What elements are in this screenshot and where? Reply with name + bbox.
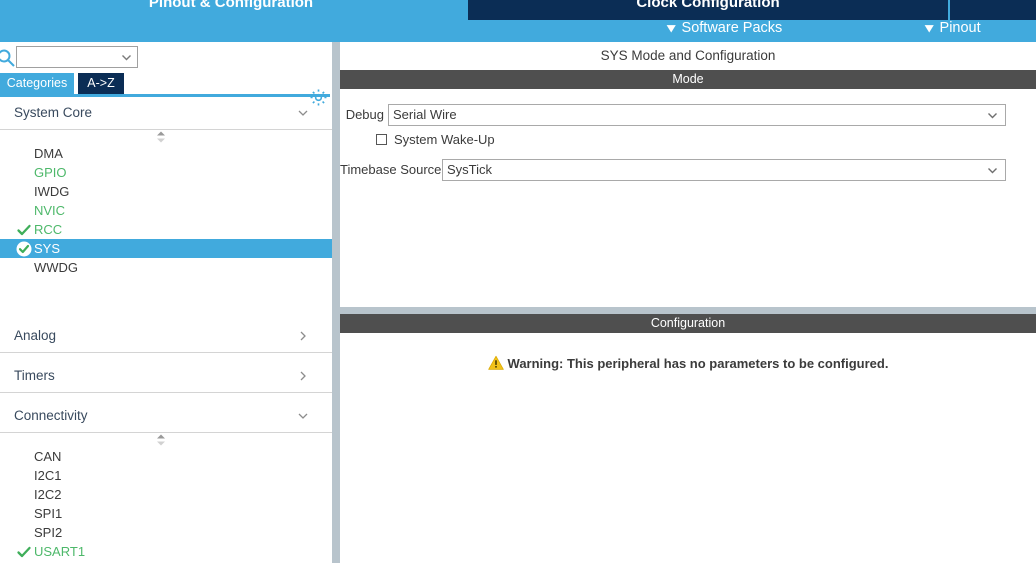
peripheral-label: I2C1	[34, 468, 62, 483]
list-item[interactable]: RCC	[0, 220, 332, 239]
search-combobox[interactable]	[16, 46, 138, 68]
peripheral-label: IWDG	[34, 184, 70, 199]
peripheral-label: NVIC	[34, 203, 66, 218]
peripheral-sidebar: Categories A->Z System Core DMA GPIO IWD…	[0, 42, 332, 563]
warning-text: Warning: This peripheral has no paramete…	[507, 356, 889, 371]
peripheral-label: SYS	[34, 241, 61, 256]
chevron-right-icon[interactable]	[296, 329, 310, 343]
top-header-bar: Pinout & Configuration Clock Configurati…	[0, 0, 1036, 42]
timebase-value: SysTick	[447, 162, 493, 177]
sidebar-view-tabs: Categories A->Z	[0, 73, 332, 97]
peripheral-label: CAN	[34, 449, 62, 464]
list-item-sys[interactable]: SYS	[0, 239, 332, 258]
warning-message: Warning: This peripheral has no paramete…	[340, 355, 1036, 371]
list-item[interactable]: SPI1	[0, 504, 332, 523]
list-scroll-spinner[interactable]	[0, 433, 332, 447]
group-title-system-core: System Core	[14, 105, 93, 120]
panel-splitter[interactable]	[332, 42, 340, 563]
warning-triangle-icon	[487, 355, 504, 371]
section-header-configuration: Configuration	[340, 314, 1036, 333]
tab-categories[interactable]: Categories	[0, 73, 74, 94]
list-item[interactable]: I2C2	[0, 485, 332, 504]
search-icon	[0, 48, 16, 68]
chevron-down-icon[interactable]	[296, 106, 310, 120]
list-item[interactable]: I2C1	[0, 466, 332, 485]
search-input[interactable]	[19, 48, 115, 66]
peripheral-label: SPI2	[34, 525, 63, 540]
check-icon	[16, 222, 32, 238]
header-actions: ▾ Software Packs ▾ Pinout	[0, 14, 1036, 42]
peripheral-tree: System Core DMA GPIO IWDG NVIC RCC SYS W…	[0, 97, 332, 563]
system-wakeup-label: System Wake-Up	[394, 132, 495, 147]
peripheral-list-connectivity: CAN I2C1 I2C2 SPI1 SPI2 USART1	[0, 447, 332, 561]
group-header-connectivity[interactable]: Connectivity	[0, 400, 332, 433]
timebase-select[interactable]: SysTick	[442, 159, 1006, 181]
system-wakeup-checkbox[interactable]	[376, 134, 387, 145]
group-title-timers: Timers	[14, 368, 55, 383]
list-item[interactable]: SPI2	[0, 523, 332, 542]
configuration-panel: SYS Mode and Configuration Mode Debug Se…	[340, 42, 1036, 563]
group-header-analog[interactable]: Analog	[0, 320, 332, 353]
list-item[interactable]: WWDG	[0, 258, 332, 277]
scroll-spinner-icon[interactable]	[155, 434, 167, 446]
pinout-menu[interactable]: ▾ Pinout	[925, 14, 981, 42]
software-packs-menu[interactable]: ▾ Software Packs	[667, 14, 783, 42]
chevron-down-icon[interactable]	[296, 409, 310, 423]
peripheral-label: DMA	[34, 146, 63, 161]
chevron-down-icon[interactable]	[120, 51, 133, 64]
chevron-down-icon[interactable]	[986, 109, 999, 122]
tab-a-to-z[interactable]: A->Z	[78, 73, 124, 94]
list-scroll-spinner[interactable]	[0, 130, 332, 144]
scroll-spinner-icon[interactable]	[155, 131, 167, 143]
chevron-down-icon: ▾	[667, 20, 676, 35]
peripheral-label: GPIO	[34, 165, 67, 180]
peripheral-label: I2C2	[34, 487, 62, 502]
section-header-mode: Mode	[340, 70, 1036, 89]
gear-icon[interactable]	[309, 88, 328, 107]
list-item[interactable]: NVIC	[0, 201, 332, 220]
list-item[interactable]: DMA	[0, 144, 332, 163]
group-header-system-core[interactable]: System Core	[0, 97, 332, 130]
pinout-label: Pinout	[939, 20, 981, 36]
peripheral-list-system-core: DMA GPIO IWDG NVIC RCC SYS WWDG	[0, 144, 332, 277]
section-divider	[340, 307, 1036, 314]
page-title: SYS Mode and Configuration	[340, 42, 1036, 69]
group-header-timers[interactable]: Timers	[0, 360, 332, 393]
debug-value: Serial Wire	[393, 107, 457, 122]
peripheral-label: USART1	[34, 544, 86, 559]
list-item[interactable]: IWDG	[0, 182, 332, 201]
debug-label: Debug	[345, 107, 384, 122]
list-item[interactable]: GPIO	[0, 163, 332, 182]
chevron-down-icon[interactable]	[986, 164, 999, 177]
configuration-body: Warning: This peripheral has no paramete…	[340, 333, 1036, 563]
chevron-right-icon[interactable]	[296, 369, 310, 383]
group-title-connectivity: Connectivity	[14, 408, 88, 423]
list-item[interactable]: USART1	[0, 542, 332, 561]
timebase-label: Timebase Source	[340, 162, 442, 177]
peripheral-label: RCC	[34, 222, 63, 237]
software-packs-label: Software Packs	[681, 20, 783, 36]
mode-body: Debug Serial Wire System Wake-Up Timebas…	[340, 89, 1036, 307]
check-circle-icon	[16, 241, 32, 257]
list-item[interactable]: CAN	[0, 447, 332, 466]
debug-select[interactable]: Serial Wire	[388, 104, 1006, 126]
peripheral-label: WWDG	[34, 260, 79, 275]
search-row	[0, 42, 332, 73]
group-title-analog: Analog	[14, 328, 57, 343]
chevron-down-icon: ▾	[925, 20, 934, 35]
peripheral-label: SPI1	[34, 506, 63, 521]
check-icon	[16, 544, 32, 560]
